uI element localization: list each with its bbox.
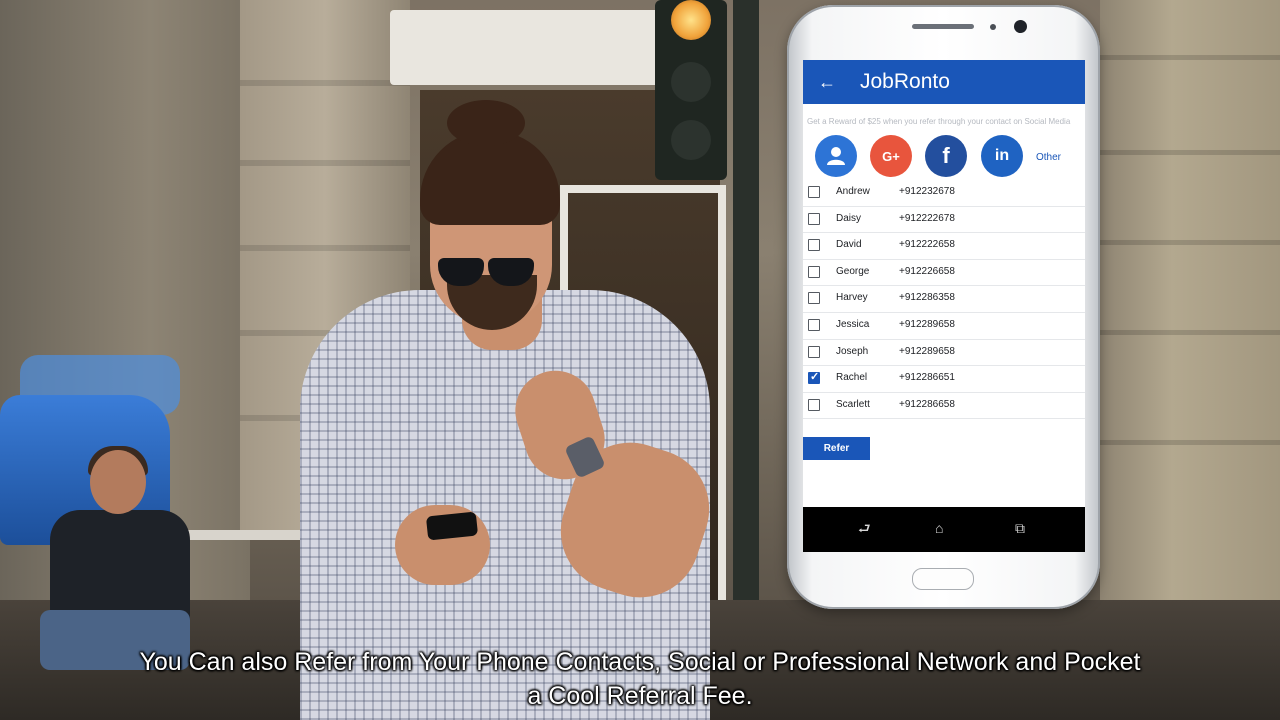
contact-checkbox[interactable] xyxy=(808,239,820,252)
other-share-link[interactable]: Other xyxy=(1036,152,1061,163)
contact-row[interactable]: David +912222658 xyxy=(803,233,1085,260)
contact-name: David xyxy=(836,239,862,251)
linkedin-share-button[interactable]: in xyxy=(981,135,1023,177)
contact-list: Andrew +912232678 Daisy +912222678 David… xyxy=(803,180,1085,420)
contact-phone: +912222678 xyxy=(899,212,955,224)
contact-phone: +912226658 xyxy=(899,265,955,277)
home-button[interactable] xyxy=(912,568,974,590)
google-plus-icon: G+ xyxy=(882,148,900,164)
promo-text: Get a Reward of $25 when you refer throu… xyxy=(807,117,1071,126)
contact-checkbox[interactable] xyxy=(808,318,820,331)
front-camera xyxy=(1014,20,1027,33)
proximity-sensor xyxy=(990,24,996,30)
linkedin-icon: in xyxy=(994,147,1010,164)
subtitle-line-2: a Cool Referral Fee. xyxy=(527,682,753,710)
contact-phone: +912232678 xyxy=(899,186,955,197)
facebook-share-button[interactable]: f xyxy=(925,135,967,177)
phone-mockup: ← JobRonto Get a Reward of $25 when you … xyxy=(787,5,1100,609)
back-nav-icon[interactable]: ⮐ xyxy=(858,519,871,537)
contact-name: George xyxy=(836,265,870,277)
contact-row[interactable]: Scarlett +912286658 xyxy=(803,393,1085,420)
contact-phone: +912286358 xyxy=(899,292,955,304)
contact-name: Jessica xyxy=(836,318,870,330)
contact-checkbox[interactable] xyxy=(808,212,820,225)
share-options: G+ f in Other xyxy=(803,133,1085,179)
recents-nav-icon[interactable]: ⧉ xyxy=(1015,519,1025,537)
contact-row[interactable]: Andrew +912232678 xyxy=(803,180,1085,207)
contact-name: Harvey xyxy=(836,292,868,304)
contact-name: Andrew xyxy=(836,186,870,197)
contact-row[interactable]: Joseph +912289658 xyxy=(803,340,1085,367)
contact-checkbox[interactable] xyxy=(808,292,820,305)
google-plus-share-button[interactable]: G+ xyxy=(870,135,912,177)
app-title: JobRonto xyxy=(860,70,950,93)
contact-row[interactable]: Daisy +912222678 xyxy=(803,207,1085,234)
contact-row[interactable]: Rachel +912286651 xyxy=(803,366,1085,393)
app-screen: ← JobRonto Get a Reward of $25 when you … xyxy=(803,60,1085,552)
contact-checkbox[interactable] xyxy=(808,345,820,358)
contact-phone: +912286658 xyxy=(899,398,955,410)
contact-row[interactable]: Harvey +912286358 xyxy=(803,286,1085,313)
home-nav-icon[interactable]: ⌂ xyxy=(935,519,943,537)
android-nav-bar: ⮐ ⌂ ⧉ xyxy=(803,507,1085,552)
contact-row[interactable]: George +912226658 xyxy=(803,260,1085,287)
subtitle-line-1: You Can also Refer from Your Phone Conta… xyxy=(139,648,1141,676)
contact-row[interactable]: Jessica +912289658 xyxy=(803,313,1085,340)
contacts-icon xyxy=(827,147,845,165)
contact-name: Scarlett xyxy=(836,398,870,410)
refer-button[interactable]: Refer xyxy=(803,437,870,460)
app-bar: ← JobRonto xyxy=(803,60,1085,104)
contact-name: Joseph xyxy=(836,345,869,357)
contacts-share-button[interactable] xyxy=(815,135,857,177)
contact-phone: +912286651 xyxy=(899,372,955,384)
contact-phone: +912289658 xyxy=(899,318,955,330)
contact-name: Daisy xyxy=(836,212,862,224)
contact-phone: +912222658 xyxy=(899,239,955,251)
facebook-icon: f xyxy=(942,143,950,168)
arrow-left-icon[interactable]: ← xyxy=(818,71,836,93)
contact-checkbox[interactable] xyxy=(808,398,820,411)
video-subtitle: You Can also Refer from Your Phone Conta… xyxy=(20,645,1260,713)
contact-phone: +912289658 xyxy=(899,345,955,357)
contact-name: Rachel xyxy=(836,372,868,384)
earpiece-speaker xyxy=(912,24,974,29)
contact-checkbox[interactable] xyxy=(808,265,820,278)
contact-checkbox[interactable] xyxy=(808,370,820,385)
contact-checkbox[interactable] xyxy=(808,186,820,198)
